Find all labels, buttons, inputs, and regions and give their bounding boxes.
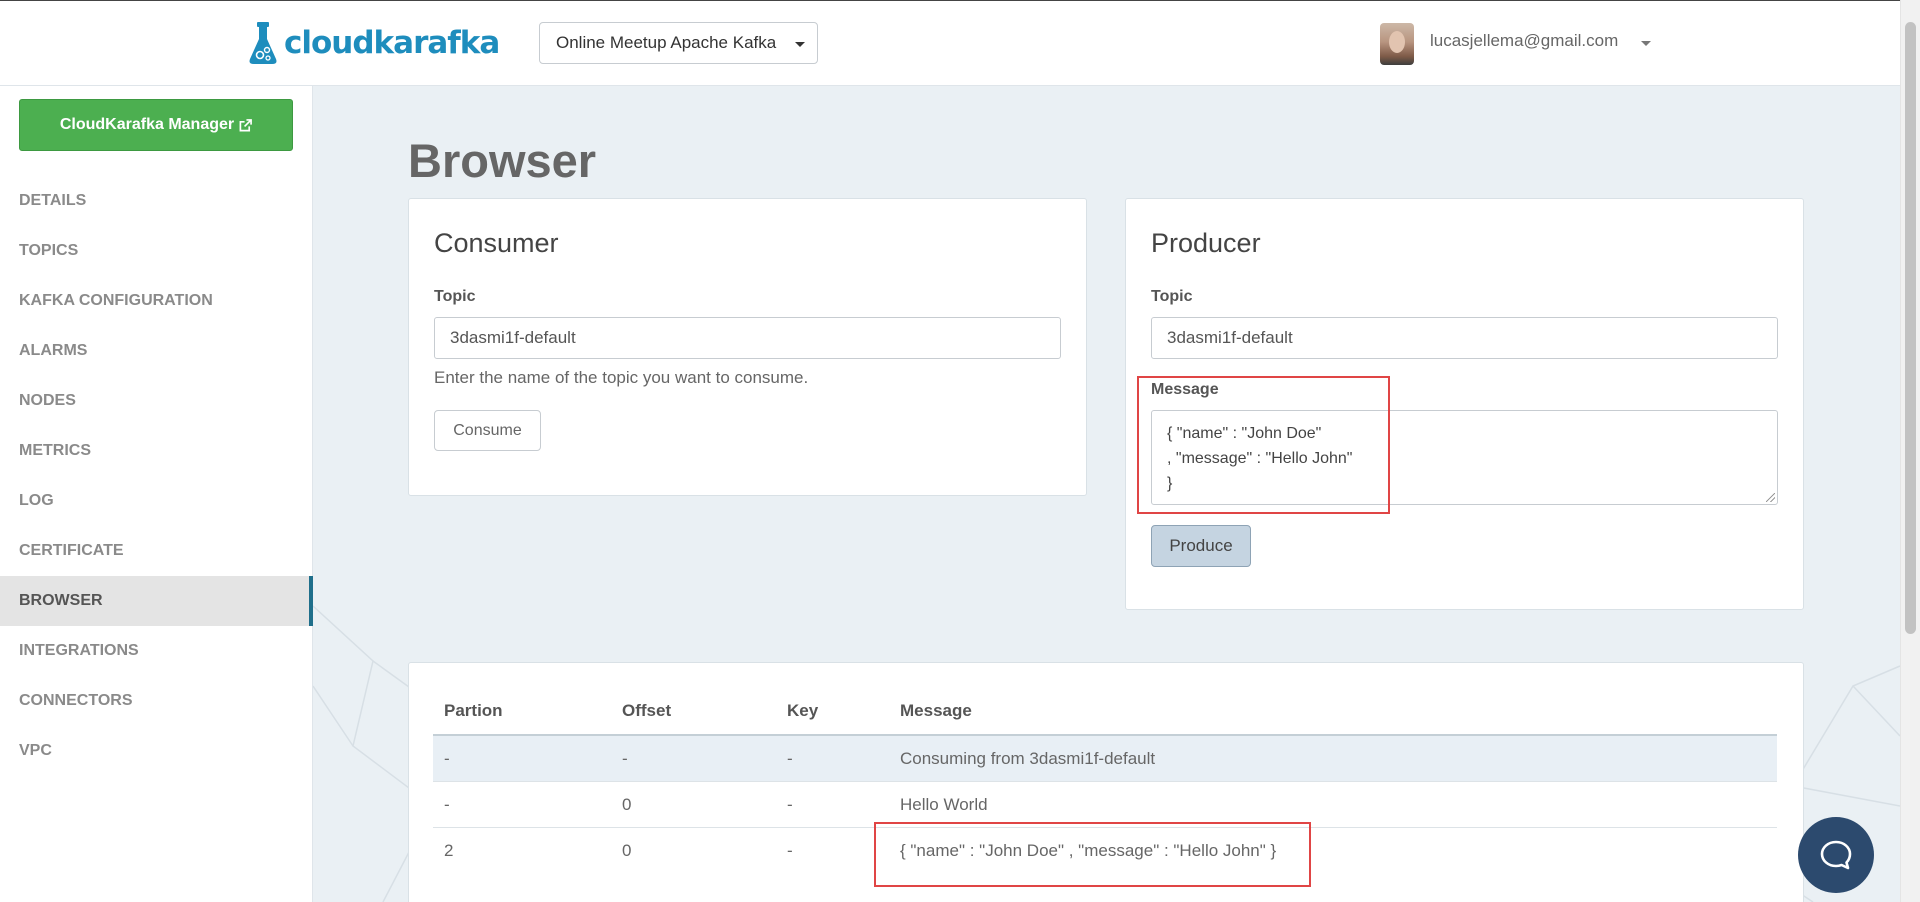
cell-offset: 0 bbox=[622, 841, 632, 860]
cell-key: - bbox=[787, 841, 793, 860]
column-header-key: Key bbox=[787, 701, 819, 720]
sidebar-item-topics[interactable]: TOPICS bbox=[0, 226, 313, 276]
scrollbar-thumb[interactable] bbox=[1905, 22, 1916, 634]
consumer-topic-label: Topic bbox=[434, 288, 476, 305]
sidebar-item-label: TOPICS bbox=[19, 242, 79, 259]
sidebar-item-connectors[interactable]: CONNECTORS bbox=[0, 676, 313, 726]
logo-text: cloudkarafka bbox=[284, 25, 500, 61]
page-scrollbar[interactable] bbox=[1900, 0, 1920, 902]
cell-key: - bbox=[787, 749, 793, 768]
cell-message: { "name" : "John Doe" , "message" : "Hel… bbox=[900, 841, 1277, 860]
top-navbar: cloudkarafka Online Meetup Apache Kafka … bbox=[0, 0, 1900, 86]
avatar[interactable] bbox=[1380, 23, 1414, 65]
consumer-title: Consumer bbox=[434, 228, 559, 258]
sidebar-item-nodes[interactable]: NODES bbox=[0, 376, 313, 426]
sidebar-item-label: DETAILS bbox=[19, 192, 87, 209]
sidebar-item-kafka-configuration[interactable]: KAFKA CONFIGURATION bbox=[0, 276, 313, 326]
sidebar-item-label: BROWSER bbox=[19, 592, 103, 609]
consume-button[interactable]: Consume bbox=[434, 410, 541, 451]
sidebar-item-metrics[interactable]: METRICS bbox=[0, 426, 313, 476]
producer-message-label: Message bbox=[1151, 381, 1219, 398]
cell-partition: 2 bbox=[444, 841, 454, 860]
user-email[interactable]: lucasjellema@gmail.com bbox=[1430, 31, 1618, 51]
manager-button-label: CloudKarafka Manager bbox=[59, 116, 235, 133]
sidebar-item-alarms[interactable]: ALARMS bbox=[0, 326, 313, 376]
sidebar-item-vpc[interactable]: VPC bbox=[0, 726, 313, 776]
logo[interactable]: cloudkarafka bbox=[248, 21, 500, 65]
table-row: - 0 - Hello World bbox=[433, 781, 1777, 828]
cell-key: - bbox=[787, 795, 793, 814]
sidebar-item-label: METRICS bbox=[19, 442, 91, 459]
instance-select-label: Online Meetup Apache Kafka bbox=[556, 33, 777, 52]
sidebar-item-label: NODES bbox=[19, 392, 76, 409]
sidebar-item-label: INTEGRATIONS bbox=[19, 642, 139, 659]
sidebar-item-label: CONNECTORS bbox=[19, 692, 133, 709]
table-row: - - - Consuming from 3dasmi1f-default bbox=[433, 734, 1777, 781]
sidebar-item-label: ALARMS bbox=[19, 342, 88, 359]
chat-button[interactable] bbox=[1798, 817, 1874, 893]
sidebar-item-label: KAFKA CONFIGURATION bbox=[19, 292, 213, 309]
sidebar-item-label: VPC bbox=[19, 742, 52, 759]
sidebar-item-label: CERTIFICATE bbox=[19, 542, 124, 559]
producer-message-textarea[interactable]: { "name" : "John Doe" , "message" : "Hel… bbox=[1151, 410, 1778, 505]
sidebar-item-browser[interactable]: BROWSER bbox=[0, 576, 313, 626]
producer-title: Producer bbox=[1151, 228, 1261, 258]
page-title: Browser bbox=[408, 134, 597, 187]
table-row: 2 0 - { "name" : "John Doe" , "message" … bbox=[433, 827, 1777, 874]
consumer-topic-input[interactable] bbox=[434, 317, 1061, 359]
column-header-partition: Partion bbox=[444, 701, 503, 720]
sidebar-item-label: LOG bbox=[19, 492, 54, 509]
sidebar: CloudKarafka Manager DETAILS TOPICS KAFK… bbox=[0, 86, 313, 902]
producer-topic-input[interactable] bbox=[1151, 317, 1778, 359]
cell-offset: 0 bbox=[622, 795, 632, 814]
textarea-resize-handle[interactable] bbox=[1766, 493, 1775, 502]
chevron-down-icon bbox=[795, 42, 805, 47]
external-link-icon bbox=[239, 118, 253, 131]
produce-button[interactable]: Produce bbox=[1151, 525, 1251, 567]
sidebar-item-certificate[interactable]: CERTIFICATE bbox=[0, 526, 313, 576]
sidebar-item-log[interactable]: LOG bbox=[0, 476, 313, 526]
instance-select[interactable]: Online Meetup Apache Kafka bbox=[539, 22, 818, 64]
cell-partition: - bbox=[444, 795, 450, 814]
chat-bubble-icon bbox=[1820, 840, 1852, 870]
cell-offset: - bbox=[622, 749, 628, 768]
sidebar-item-integrations[interactable]: INTEGRATIONS bbox=[0, 626, 313, 676]
sidebar-item-details[interactable]: DETAILS bbox=[0, 176, 313, 226]
user-menu-chevron-down-icon[interactable] bbox=[1641, 41, 1651, 46]
column-header-message: Message bbox=[900, 701, 972, 720]
cell-message: Hello World bbox=[900, 795, 988, 814]
cell-partition: - bbox=[444, 749, 450, 768]
flask-logo-icon bbox=[249, 22, 277, 64]
column-header-offset: Offset bbox=[622, 701, 672, 720]
cell-message: Consuming from 3dasmi1f-default bbox=[900, 749, 1156, 768]
producer-topic-label: Topic bbox=[1151, 288, 1193, 305]
cloudkarafka-manager-button[interactable]: CloudKarafka Manager bbox=[19, 99, 293, 151]
consumer-topic-hint: Enter the name of the topic you want to … bbox=[434, 368, 809, 387]
